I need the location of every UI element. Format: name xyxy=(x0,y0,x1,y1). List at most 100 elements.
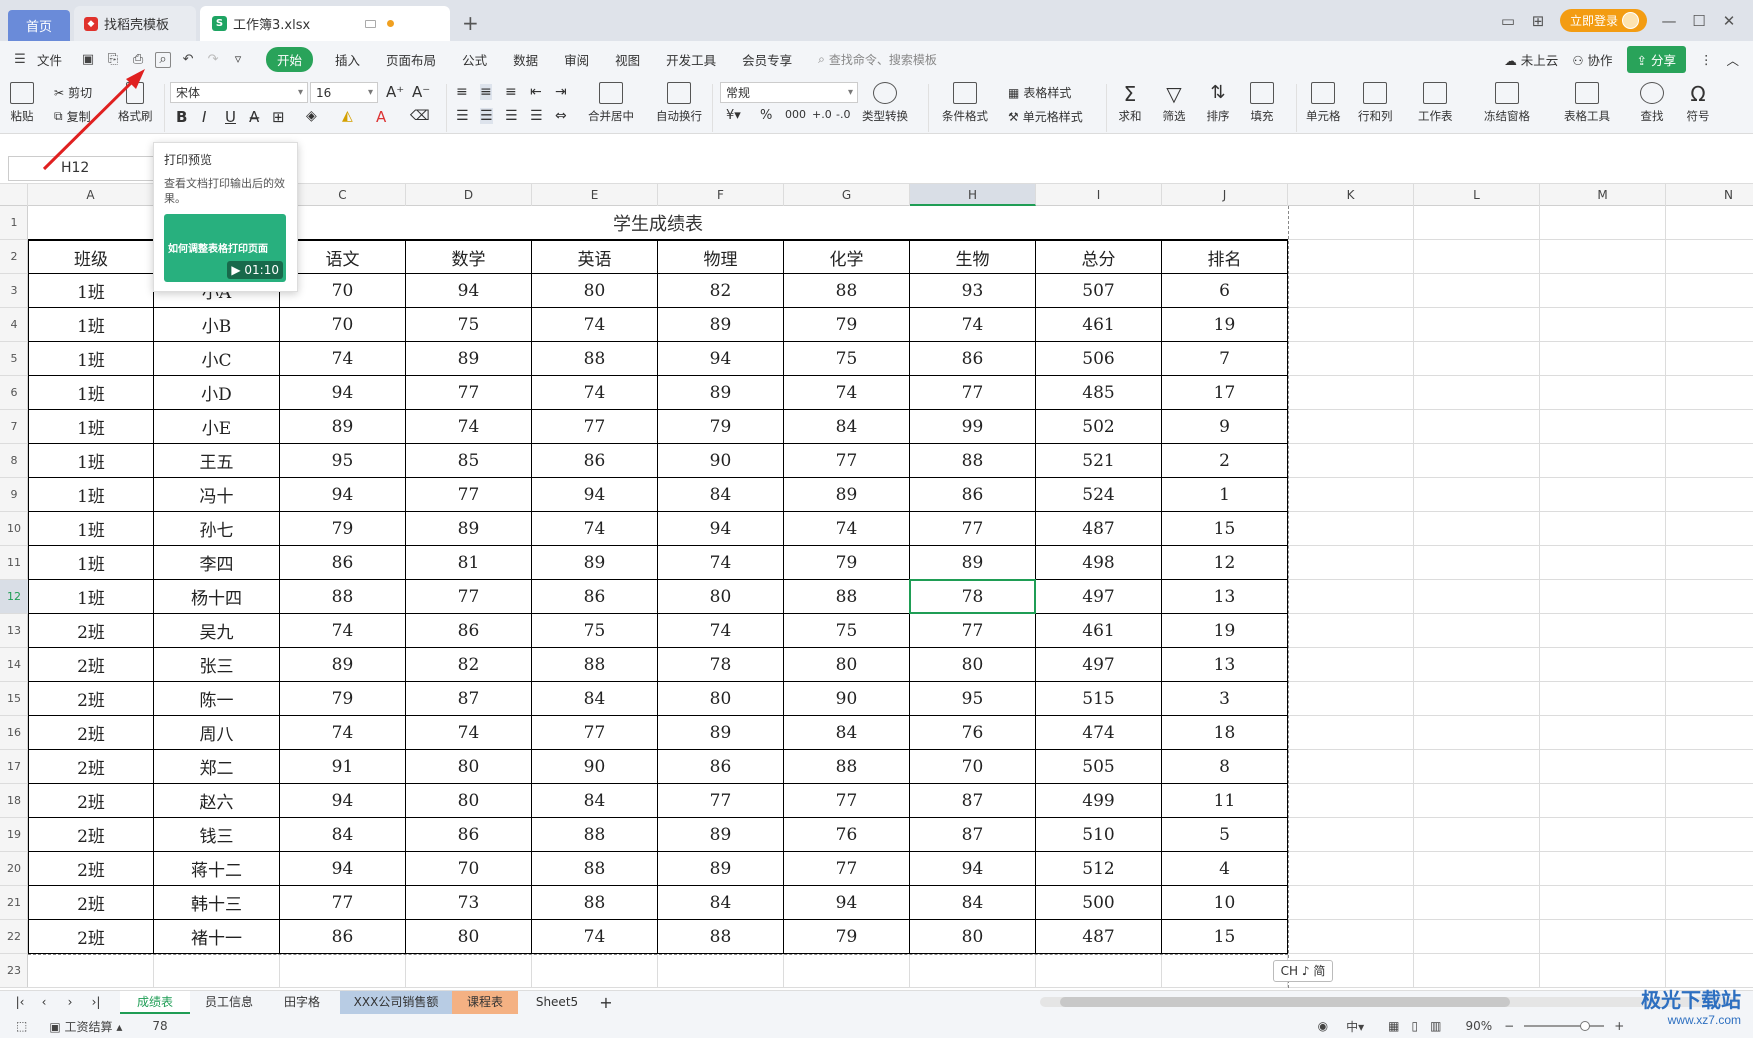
cell[interactable] xyxy=(1288,682,1414,716)
data-cell[interactable]: 94 xyxy=(406,274,532,308)
data-cell[interactable]: 80 xyxy=(406,750,532,784)
data-cell[interactable]: 小B xyxy=(154,308,280,342)
italic-icon[interactable]: I xyxy=(202,108,206,126)
normal-view-icon[interactable]: ▦ xyxy=(1388,1019,1399,1033)
cell[interactable] xyxy=(1288,716,1414,750)
data-cell[interactable]: 冯十 xyxy=(154,478,280,512)
data-cell[interactable]: 杨十四 xyxy=(154,580,280,614)
row-header[interactable]: 2 xyxy=(0,240,28,274)
data-cell[interactable]: 74 xyxy=(532,376,658,410)
header-cell[interactable]: 班级 xyxy=(28,240,154,274)
data-cell[interactable]: 498 xyxy=(1036,546,1162,580)
data-cell[interactable]: 89 xyxy=(910,546,1036,580)
data-cell[interactable]: 95 xyxy=(280,444,406,478)
cell[interactable] xyxy=(1666,342,1753,376)
table-tools-button[interactable]: 表格工具 xyxy=(1564,82,1610,124)
data-cell[interactable]: 91 xyxy=(280,750,406,784)
data-cell[interactable]: 10 xyxy=(1162,886,1288,920)
cell[interactable] xyxy=(1540,750,1666,784)
sheet-tab[interactable]: 成绩表 xyxy=(120,991,190,1014)
column-header[interactable]: E xyxy=(532,184,658,206)
cell[interactable] xyxy=(1414,920,1540,954)
row-header[interactable]: 10 xyxy=(0,512,28,546)
data-cell[interactable]: 88 xyxy=(532,818,658,852)
cell[interactable] xyxy=(1540,342,1666,376)
cell[interactable] xyxy=(1666,852,1753,886)
data-cell[interactable]: 2班 xyxy=(28,682,154,716)
fill-button[interactable]: 填充 xyxy=(1250,82,1274,124)
cell[interactable] xyxy=(1288,886,1414,920)
eye-protect-icon[interactable]: ◉ xyxy=(1318,1019,1328,1033)
data-cell[interactable]: 6 xyxy=(1162,274,1288,308)
data-cell[interactable]: 84 xyxy=(784,410,910,444)
data-cell[interactable]: 1班 xyxy=(28,580,154,614)
data-cell[interactable]: 521 xyxy=(1036,444,1162,478)
data-cell[interactable]: 9 xyxy=(1162,410,1288,444)
align-bottom-icon[interactable]: ≡ xyxy=(505,84,517,100)
data-cell[interactable]: 70 xyxy=(910,750,1036,784)
apps-grid-icon[interactable]: ⊞ xyxy=(1530,12,1546,30)
data-cell[interactable]: 86 xyxy=(658,750,784,784)
column-header[interactable]: C xyxy=(280,184,406,206)
data-cell[interactable]: 19 xyxy=(1162,614,1288,648)
data-cell[interactable]: 79 xyxy=(784,546,910,580)
data-cell[interactable]: 80 xyxy=(406,920,532,954)
row-header[interactable]: 17 xyxy=(0,750,28,784)
data-cell[interactable]: 89 xyxy=(532,546,658,580)
data-cell[interactable]: 474 xyxy=(1036,716,1162,750)
data-cell[interactable]: 77 xyxy=(910,512,1036,546)
data-cell[interactable]: 75 xyxy=(784,342,910,376)
cell[interactable] xyxy=(1540,682,1666,716)
cell[interactable] xyxy=(1540,274,1666,308)
header-cell[interactable]: 总分 xyxy=(1036,240,1162,274)
header-cell[interactable]: 生物 xyxy=(910,240,1036,274)
font-size-select[interactable]: 16 xyxy=(310,82,378,103)
data-cell[interactable]: 94 xyxy=(910,852,1036,886)
macro-status[interactable]: ▣ 工资结算 ▴ xyxy=(49,1018,122,1035)
sum-button[interactable]: Σ 求和 xyxy=(1118,82,1142,124)
collaborate-button[interactable]: ⚇ 协作 xyxy=(1572,50,1612,69)
horizontal-scrollbar[interactable] xyxy=(1040,997,1740,1007)
data-cell[interactable]: 陈一 xyxy=(154,682,280,716)
cell[interactable] xyxy=(1414,716,1540,750)
data-cell[interactable]: 孙七 xyxy=(154,512,280,546)
data-cell[interactable]: 94 xyxy=(280,376,406,410)
data-cell[interactable]: 77 xyxy=(910,376,1036,410)
data-cell[interactable]: 74 xyxy=(910,308,1036,342)
cell[interactable] xyxy=(1288,750,1414,784)
data-cell[interactable]: 钱三 xyxy=(154,818,280,852)
cell[interactable] xyxy=(1540,648,1666,682)
data-cell[interactable]: 88 xyxy=(784,274,910,308)
scrollbar-thumb[interactable] xyxy=(1060,997,1510,1007)
redo-icon[interactable]: ↷ xyxy=(205,52,221,68)
column-header[interactable]: F xyxy=(658,184,784,206)
cell[interactable] xyxy=(280,954,406,988)
data-cell[interactable]: 78 xyxy=(658,648,784,682)
cell-button[interactable]: 单元格 xyxy=(1306,82,1341,124)
column-header[interactable]: A xyxy=(28,184,154,206)
data-cell[interactable]: 94 xyxy=(280,852,406,886)
data-cell[interactable]: 1班 xyxy=(28,376,154,410)
cell[interactable] xyxy=(1288,308,1414,342)
zoom-level[interactable]: 90% xyxy=(1465,1019,1492,1033)
indent-increase-icon[interactable]: ⇥ xyxy=(555,84,567,100)
row-col-button[interactable]: 行和列 xyxy=(1358,82,1393,124)
data-cell[interactable]: 86 xyxy=(910,478,1036,512)
cell[interactable] xyxy=(1036,954,1162,988)
menu-developer[interactable]: 开发工具 xyxy=(666,50,716,69)
fill-color-icon[interactable]: ◈ xyxy=(306,108,317,124)
tab-template[interactable]: ◆ 找稻壳模板 xyxy=(74,6,196,41)
data-cell[interactable]: 82 xyxy=(658,274,784,308)
data-cell[interactable]: 77 xyxy=(280,886,406,920)
align-middle-icon[interactable]: ≡ xyxy=(480,84,492,100)
cell[interactable] xyxy=(1666,648,1753,682)
cell[interactable] xyxy=(1288,206,1414,240)
data-cell[interactable]: 88 xyxy=(784,580,910,614)
cell[interactable] xyxy=(1414,784,1540,818)
cell[interactable] xyxy=(784,954,910,988)
cell[interactable] xyxy=(1414,614,1540,648)
cell[interactable] xyxy=(1666,444,1753,478)
data-cell[interactable]: 77 xyxy=(532,410,658,444)
data-cell[interactable]: 89 xyxy=(658,376,784,410)
data-cell[interactable]: 94 xyxy=(280,784,406,818)
